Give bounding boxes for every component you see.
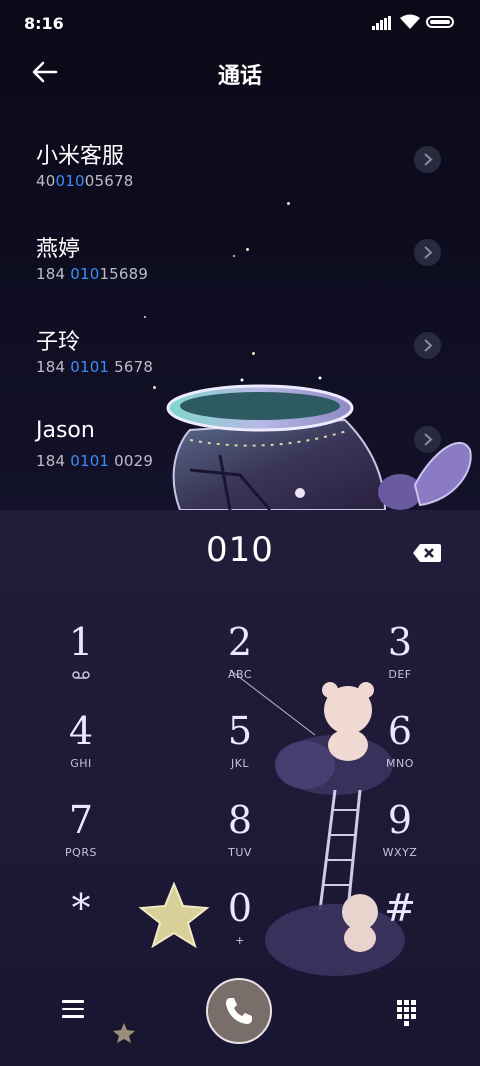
dial-key-8[interactable]: 8 TUV xyxy=(185,798,295,878)
wifi-icon xyxy=(400,14,420,29)
dial-key-7[interactable]: 7 PQRS xyxy=(26,798,136,878)
detail-button[interactable] xyxy=(414,146,441,173)
clock: 8:16 xyxy=(24,14,64,33)
dial-key-9[interactable]: 9 WXYZ xyxy=(345,798,455,878)
dial-key-0[interactable]: 0 + xyxy=(185,886,295,966)
contact-row[interactable]: 燕婷 184 01015689 xyxy=(0,231,480,311)
status-bar: 8:16 xyxy=(0,0,480,44)
star-dot xyxy=(144,316,146,318)
dial-key-3[interactable]: 3 DEF xyxy=(345,620,455,700)
call-button[interactable] xyxy=(206,978,272,1044)
dial-key-star[interactable]: * xyxy=(26,886,136,966)
contact-number: 184 0101 5678 xyxy=(36,358,154,376)
detail-button[interactable] xyxy=(414,239,441,266)
voicemail-icon xyxy=(72,671,90,679)
chevron-right-icon xyxy=(424,153,433,166)
contact-number: 184 0101 0029 xyxy=(36,452,154,470)
dial-key-2[interactable]: 2 ABC xyxy=(185,620,295,700)
contact-row[interactable]: 子玲 184 0101 5678 xyxy=(0,324,480,404)
chevron-right-icon xyxy=(424,339,433,352)
contact-row[interactable]: Jason 184 0101 0029 xyxy=(0,418,480,498)
backspace-icon[interactable] xyxy=(412,542,442,564)
battery-icon xyxy=(426,16,454,28)
dial-key-hash[interactable]: # xyxy=(345,886,455,966)
dial-key-6[interactable]: 6 MNO xyxy=(345,709,455,789)
small-star-illustration xyxy=(113,1023,135,1043)
menu-icon[interactable] xyxy=(62,1000,84,1020)
contact-name: 子玲 xyxy=(36,330,81,355)
chevron-right-icon xyxy=(424,433,433,446)
phone-icon xyxy=(226,998,252,1024)
contact-name: Jason xyxy=(36,418,95,443)
contact-name: 小米客服 xyxy=(36,144,125,169)
call-log-area: 8:16 通话 小米客服 4001005678 燕婷 184 01015689 … xyxy=(0,0,480,510)
dial-key-5[interactable]: 5 JKL xyxy=(185,709,295,789)
dial-digits: 010 xyxy=(206,530,274,570)
signal-icon xyxy=(372,16,391,30)
dial-key-4[interactable]: 4 GHI xyxy=(26,709,136,789)
dial-key-1[interactable]: 1 xyxy=(26,620,136,700)
detail-button[interactable] xyxy=(414,332,441,359)
contact-name: 燕婷 xyxy=(36,237,81,262)
contact-number: 4001005678 xyxy=(36,172,134,190)
detail-button[interactable] xyxy=(414,426,441,453)
page-title: 通话 xyxy=(217,64,262,89)
contact-row[interactable]: 小米客服 4001005678 xyxy=(0,138,480,218)
chevron-right-icon xyxy=(424,246,433,259)
contact-number: 184 01015689 xyxy=(36,265,149,283)
dialpad-icon[interactable] xyxy=(397,1000,417,1026)
